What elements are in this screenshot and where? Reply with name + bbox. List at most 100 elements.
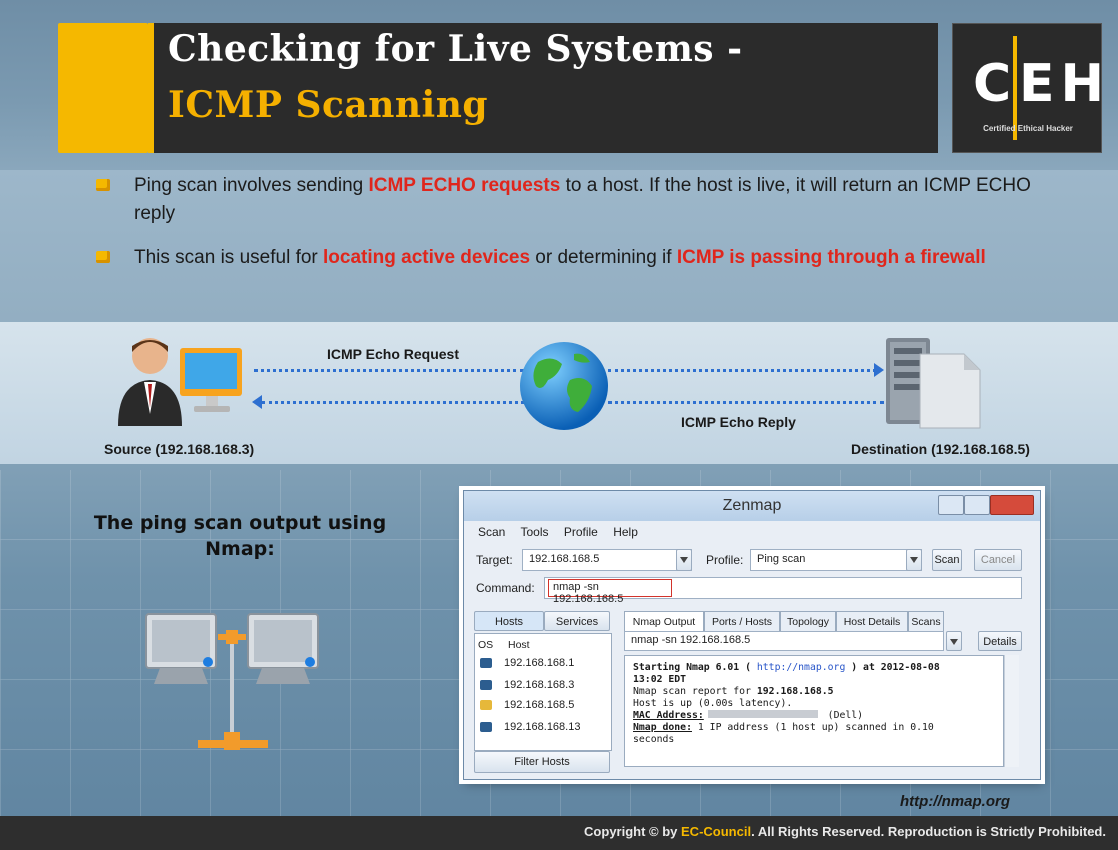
filter-hosts-button[interactable]: Filter Hosts [474,751,610,773]
output-select[interactable]: nmap -sn 192.168.168.5 [624,631,944,651]
menu-scan[interactable]: Scan [478,525,505,539]
request-arrow-right [608,369,876,372]
copyright-post: . All Rights Reserved. Reproduction is S… [751,824,1106,839]
command-value: nmap -sn 192.168.168.5 [548,579,672,605]
brand-name: EC-Council [681,824,752,839]
profile-label: Profile: [706,553,744,567]
logo-subtitle: Certified Ethical Hacker [983,124,1073,133]
output-line: ) at 2012-08-08 [845,662,940,673]
copyright-pre: Copyright © by [584,824,682,839]
reply-arrow-left [262,401,524,404]
maximize-button[interactable] [964,495,990,515]
host-row[interactable]: 192.168.168.5 [480,699,574,711]
os-icon [480,680,492,691]
tab-nmap-output[interactable]: Nmap Output [624,611,704,631]
reply-label: ICMP Echo Reply [681,414,796,430]
close-button[interactable] [990,495,1034,515]
copyright-text: Copyright © by EC-Council. All Rights Re… [584,824,1106,839]
host-list [474,633,612,751]
services-tab[interactable]: Services [544,611,610,631]
output-line: Host is up (0.00s latency). [633,698,793,709]
arrow-left-icon [252,395,262,409]
bullet-text: This scan is useful for [134,247,324,268]
ceh-logo: C EH Certified Ethical Hacker [952,23,1104,153]
output-line: Nmap scan report for [633,686,757,697]
bullet-text: Ping scan involves sending [134,175,369,196]
bullet-item: Ping scan involves sending ICMP ECHO req… [96,172,1056,228]
host-ip: 192.168.168.1 [504,657,575,669]
profile-dropdown-button[interactable] [906,549,922,571]
scan-button[interactable]: Scan [932,549,962,571]
ping-caption: The ping scan output using Nmap: [93,512,387,560]
page-subtitle: ICMP Scanning [168,84,489,126]
bullet-text: or determining if [530,247,677,268]
menu-profile[interactable]: Profile [564,525,598,539]
logo-letters-eh: EH [1019,54,1111,114]
output-ip: 192.168.168.5 [756,686,834,697]
network-icon [145,613,319,750]
host-row[interactable]: 192.168.168.3 [480,679,574,691]
accent-tab [58,23,148,153]
target-label: Target: [476,553,513,567]
bullet-icon [96,251,110,263]
bullet-list: Ping scan involves sending ICMP ECHO req… [96,172,1056,288]
request-arrow-left [254,369,524,372]
bullet-highlight: locating active devices [323,247,531,268]
bullet-highlight: ICMP is passing through a firewall [676,247,986,268]
chevron-down-icon [910,557,918,564]
host-ip: 192.168.168.3 [504,679,575,691]
hosts-tab[interactable]: Hosts [474,611,544,631]
os-icon [480,722,492,733]
output-line: MAC Address: [633,710,704,721]
tab-topology[interactable]: Topology [780,611,836,631]
bullet-item: This scan is useful for locating active … [96,244,1056,272]
reply-arrow-right [608,401,884,404]
host-ip: 192.168.168.5 [504,699,575,711]
output-line: (Dell) [821,710,864,721]
output-line: Nmap done: [633,722,692,733]
host-ip: 192.168.168.13 [504,721,581,733]
bullet-icon [96,179,110,191]
output-scrollbar[interactable] [1004,655,1019,767]
target-input[interactable]: 192.168.168.5 [522,549,692,571]
menu-help[interactable]: Help [613,525,638,539]
os-icon [480,700,492,711]
details-button[interactable]: Details [978,631,1022,651]
output-line: Starting Nmap 6.01 ( [633,662,757,673]
menu-bar: Scan Tools Profile Help [478,525,650,539]
redacted-mac [707,710,818,718]
target-dropdown-button[interactable] [676,549,692,571]
output-line: 13:02 EDT [633,674,687,685]
host-header-host: Host [508,639,530,651]
zenmap-window: Zenmap Scan Tools Profile Help Target: 1… [463,490,1041,780]
server-icon [886,338,981,429]
source-label: Source (192.168.168.3) [104,441,255,457]
footer-bar: Copyright © by EC-Council. All Rights Re… [0,816,1118,850]
host-row[interactable]: 192.168.168.13 [480,721,580,733]
tab-ports-hosts[interactable]: Ports / Hosts [704,611,780,631]
minimize-button[interactable] [938,495,964,515]
host-row[interactable]: 192.168.168.1 [480,657,574,669]
host-header-os: OS [478,639,494,651]
output-line: seconds [633,734,675,745]
globe-icon [520,342,608,430]
nmap-output-text: Starting Nmap 6.01 ( http://nmap.org ) a… [624,655,1004,767]
profile-select[interactable]: Ping scan [750,549,922,571]
bullet-highlight: ICMP ECHO requests [368,175,561,196]
destination-label: Destination (192.168.168.5) [851,441,1030,457]
menu-tools[interactable]: Tools [520,525,548,539]
request-label: ICMP Echo Request [327,346,459,362]
chevron-down-icon [680,557,688,564]
tab-host-details[interactable]: Host Details [836,611,908,631]
user-computer-icon [118,338,242,426]
source-url: http://nmap.org [900,793,1010,810]
arrow-right-icon [874,363,884,377]
output-line: 1 IP address (1 host up) scanned in 0.10 [691,722,934,733]
command-label: Command: [476,581,535,595]
output-dropdown-button[interactable] [946,631,962,651]
page-title: Checking for Live Systems - [168,28,743,70]
tab-scans[interactable]: Scans [908,611,944,631]
logo-letter-c: C [973,54,1012,114]
cancel-button[interactable]: Cancel [974,549,1022,571]
nmap-link[interactable]: http://nmap.org [757,662,845,673]
